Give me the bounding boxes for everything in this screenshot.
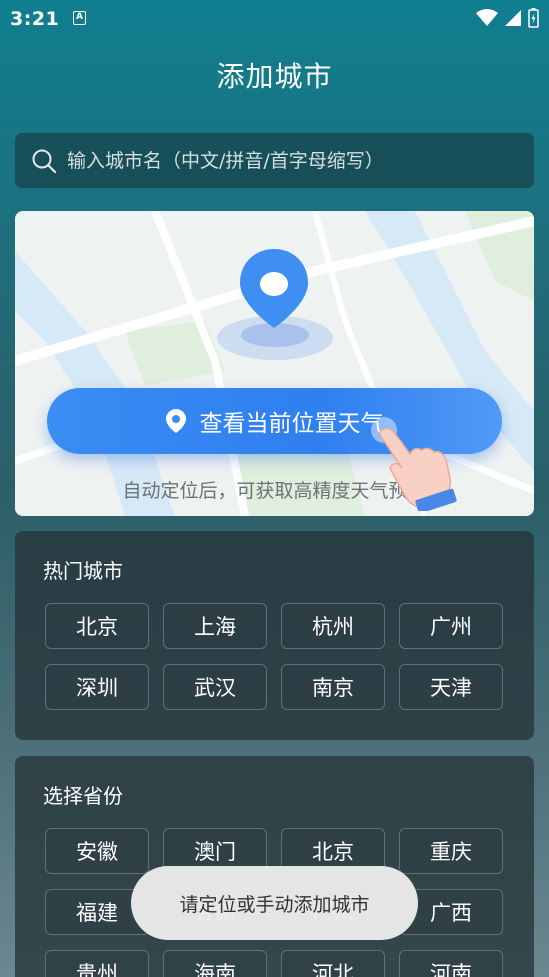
- status-icons: [476, 8, 539, 28]
- provinces-title: 选择省份: [43, 784, 123, 808]
- locate-button-label: 查看当前位置天气: [199, 411, 384, 437]
- province-button-anhui[interactable]: 安徽: [45, 828, 149, 874]
- page-title: 添加城市: [216, 60, 333, 93]
- search-icon: [32, 149, 57, 173]
- city-button-beijing[interactable]: 北京: [45, 603, 149, 649]
- hot-cities-panel: 热门城市 北京 上海 杭州 广州 深圳 武汉 南京 天津: [15, 531, 534, 740]
- hot-cities-title: 热门城市: [43, 559, 123, 583]
- city-button-hangzhou[interactable]: 杭州: [281, 603, 385, 649]
- search-box[interactable]: [15, 133, 534, 188]
- city-button-guangzhou[interactable]: 广州: [399, 603, 503, 649]
- province-button-chongqing[interactable]: 重庆: [399, 828, 503, 874]
- status-time: 3:21: [10, 8, 60, 30]
- notification-a-icon: A: [73, 11, 86, 25]
- city-button-tianjin[interactable]: 天津: [399, 664, 503, 710]
- toast-message: 请定位或手动添加城市: [131, 866, 418, 940]
- tap-hand-icon: [371, 417, 457, 511]
- city-button-wuhan[interactable]: 武汉: [163, 664, 267, 710]
- status-bar: 3:21 A: [0, 0, 549, 36]
- battery-icon: [528, 8, 539, 28]
- signal-icon: [505, 10, 521, 26]
- city-button-shanghai[interactable]: 上海: [163, 603, 267, 649]
- wifi-icon: [476, 9, 498, 26]
- province-button-hainan[interactable]: 海南: [163, 950, 267, 977]
- province-button-henan[interactable]: 河南: [399, 950, 503, 977]
- map-card: 查看当前位置天气 自动定位后，可获取高精度天气预报: [15, 211, 534, 516]
- search-input[interactable]: [67, 149, 527, 172]
- province-button-guizhou[interactable]: 贵州: [45, 950, 149, 977]
- city-button-nanjing[interactable]: 南京: [281, 664, 385, 710]
- city-button-shenzhen[interactable]: 深圳: [45, 664, 149, 710]
- location-marker-icon: [165, 409, 186, 433]
- province-button-hebei[interactable]: 河北: [281, 950, 385, 977]
